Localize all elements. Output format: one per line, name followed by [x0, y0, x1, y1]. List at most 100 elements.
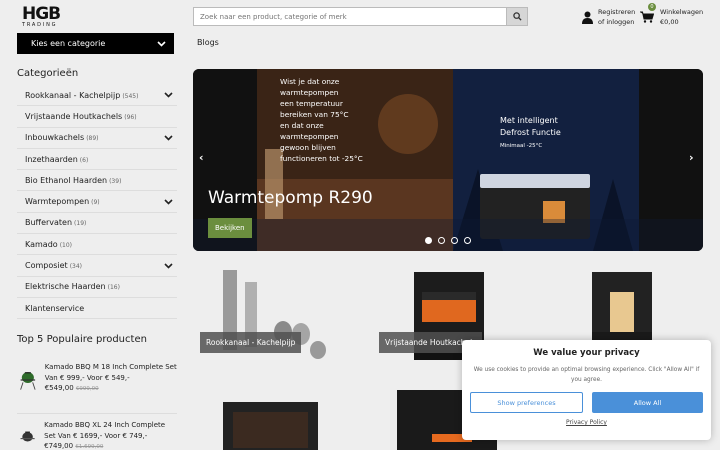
sidebar-category-item[interactable]: Vrijstaande Houtkachels (96) [17, 106, 177, 128]
category-name: Inbouwkachels [25, 133, 85, 143]
product-price: €549,00 [44, 384, 74, 392]
category-count: (96) [124, 113, 137, 121]
slider-dot[interactable] [464, 237, 471, 244]
top5-heading: Top 5 Populaire producten [17, 334, 147, 345]
hero-right-caption-line3: Minimaal -25°C [500, 143, 543, 149]
allow-all-button[interactable]: Allow All [592, 392, 703, 413]
search-icon [512, 12, 522, 21]
slider-dot[interactable] [438, 237, 445, 244]
chevron-left-icon[interactable]: ‹ [199, 151, 204, 164]
chevron-down-icon[interactable] [164, 199, 173, 205]
category-dropdown-label: Kies een categorie [31, 39, 106, 48]
hero-left-caption: Wist je dat onze warmtepompen een temperat… [280, 76, 363, 164]
hero-caption-line: functioneren tot -25°C [280, 154, 363, 163]
cart-label: Winkelwagen [660, 8, 704, 16]
cart-link[interactable]: 0 Winkelwagen €0,00 [640, 3, 704, 27]
kamado-grill-image [20, 372, 36, 390]
product-name: Kamado BBQ XL 24 Inch Complete Set Van €… [44, 421, 166, 440]
logo-text: HGB [22, 4, 61, 24]
chevron-down-icon[interactable] [164, 92, 173, 98]
hero-caption-line: een temperatuur [280, 99, 343, 108]
product-name: Kamado BBQ M 18 Inch Complete Set Van € … [44, 363, 177, 382]
product-old-price: €1.699,00 [75, 444, 104, 450]
category-name: Composiet [25, 261, 68, 271]
hero-title: Warmtepomp R290 [208, 188, 373, 208]
product-price: €749,00 [44, 442, 74, 450]
chevron-down-icon[interactable] [164, 262, 173, 269]
product-item[interactable]: Kamado BBQ XL 24 Inch Complete Set Van €… [17, 420, 177, 450]
sidebar-category-item[interactable]: Inzethaarden (6) [17, 149, 177, 171]
category-count: (545) [122, 92, 139, 100]
slider-dot[interactable] [451, 237, 458, 244]
sidebar-category-item[interactable]: Buffervaten (19) [17, 213, 177, 235]
sidebar-category-item[interactable]: Inbouwkachels (89) [17, 128, 177, 149]
category-count: (6) [79, 156, 89, 164]
cookie-title: We value your privacy [533, 348, 640, 358]
sidebar-category-item[interactable]: Rookkanaal - Kachelpijp (545) [17, 85, 177, 107]
sidebar-category-item[interactable]: Kamado (10) [17, 234, 177, 256]
slider-dot[interactable] [425, 237, 432, 244]
cookie-text: We use cookies to provide an optimal bro… [473, 367, 700, 383]
category-count: (10) [59, 241, 73, 249]
hero-right-caption-line2: Defrost Functie [500, 128, 561, 137]
sidebar-category-label: Rookkanaal - Kachelpijp (545) [25, 91, 138, 100]
chevron-down-icon[interactable] [164, 135, 173, 141]
kamado-grill-image [20, 431, 35, 442]
hero-caption-line: bereiken van 75°C [280, 110, 349, 119]
sidebar-category-label: Vrijstaande Houtkachels (96) [25, 112, 137, 121]
privacy-policy-link[interactable]: Privacy Policy [470, 419, 703, 426]
category-tile-label: Rookkanaal - Kachelpijp [200, 332, 302, 353]
sidebar-category-item[interactable]: Composiet (34) [17, 255, 177, 277]
hero-slider: Wist je dat onze warmtepompen een temperat… [193, 69, 703, 251]
sidebar-category-label: Kamado (10) [25, 240, 72, 249]
logo[interactable]: HGB TRADING [22, 4, 64, 29]
sidebar-category-item[interactable]: Bio Ethanol Haarden (39) [17, 170, 177, 192]
sidebar-category-label: Composiet (34) [25, 261, 82, 270]
cart-icon [640, 11, 654, 23]
search-button[interactable] [506, 8, 527, 25]
sidebar-category-label: Inzethaarden (6) [25, 155, 88, 164]
category-dropdown[interactable]: Kies een categorie [17, 33, 174, 54]
hero-caption-line: en dat onze [280, 121, 324, 130]
account-link[interactable]: Registreren of inloggen [582, 7, 635, 27]
sidebar-category-item[interactable]: Klantenservice [17, 298, 177, 320]
category-count: (19) [74, 220, 87, 228]
insert-fireplace-image [223, 402, 318, 450]
category-name: Vrijstaande Houtkachels [25, 111, 123, 121]
sidebar-category-item[interactable]: Warmtepompen (9) [17, 191, 177, 213]
show-preferences-button[interactable]: Show preferences [470, 392, 583, 413]
category-name: Rookkanaal - Kachelpijp [25, 90, 121, 100]
hero-button[interactable]: Bekijken [208, 218, 252, 238]
hero-caption-line: Wist je dat onze [280, 77, 340, 86]
search-input[interactable] [194, 8, 506, 25]
category-count: (16) [107, 284, 120, 292]
product-item[interactable]: Kamado BBQ M 18 Inch Complete Set Van € … [17, 362, 177, 414]
category-name: Inzethaarden [25, 154, 78, 164]
hero-caption-line: warmtepompen [280, 88, 339, 97]
account-register-label: Registreren [598, 8, 636, 16]
hero-caption-line: gewoon blijven [280, 143, 336, 152]
sidebar-category-label: Klantenservice [25, 304, 86, 313]
category-name: Kamado [25, 239, 58, 249]
sidebar-category-label: Inbouwkachels (89) [25, 133, 99, 142]
hero-image [193, 69, 703, 251]
category-count: (39) [109, 177, 122, 185]
category-name: Warmtepompen [25, 197, 90, 207]
category-tile[interactable]: Rookkanaal - Kachelpijp [193, 262, 348, 364]
cart-total: €0,00 [660, 18, 679, 26]
category-count: (9) [91, 199, 100, 207]
category-tile[interactable] [193, 372, 348, 450]
category-count: (89) [86, 135, 99, 143]
sidebar-category-label: Elektrische Haarden (16) [25, 282, 120, 291]
categories-heading: Categorieën [17, 68, 79, 79]
chevron-right-icon[interactable]: › [689, 151, 694, 164]
blogs-link[interactable]: Blogs [197, 38, 219, 47]
category-name: Buffervaten [25, 218, 73, 228]
category-name: Bio Ethanol Haarden [25, 175, 108, 185]
chevron-down-icon [157, 40, 166, 47]
cart-count-badge: 0 [648, 3, 656, 11]
sidebar-category-label: Bio Ethanol Haarden (39) [25, 176, 121, 185]
search-bar [193, 7, 528, 26]
product-old-price: €999,00 [75, 386, 99, 392]
sidebar-category-item[interactable]: Elektrische Haarden (16) [17, 277, 177, 298]
